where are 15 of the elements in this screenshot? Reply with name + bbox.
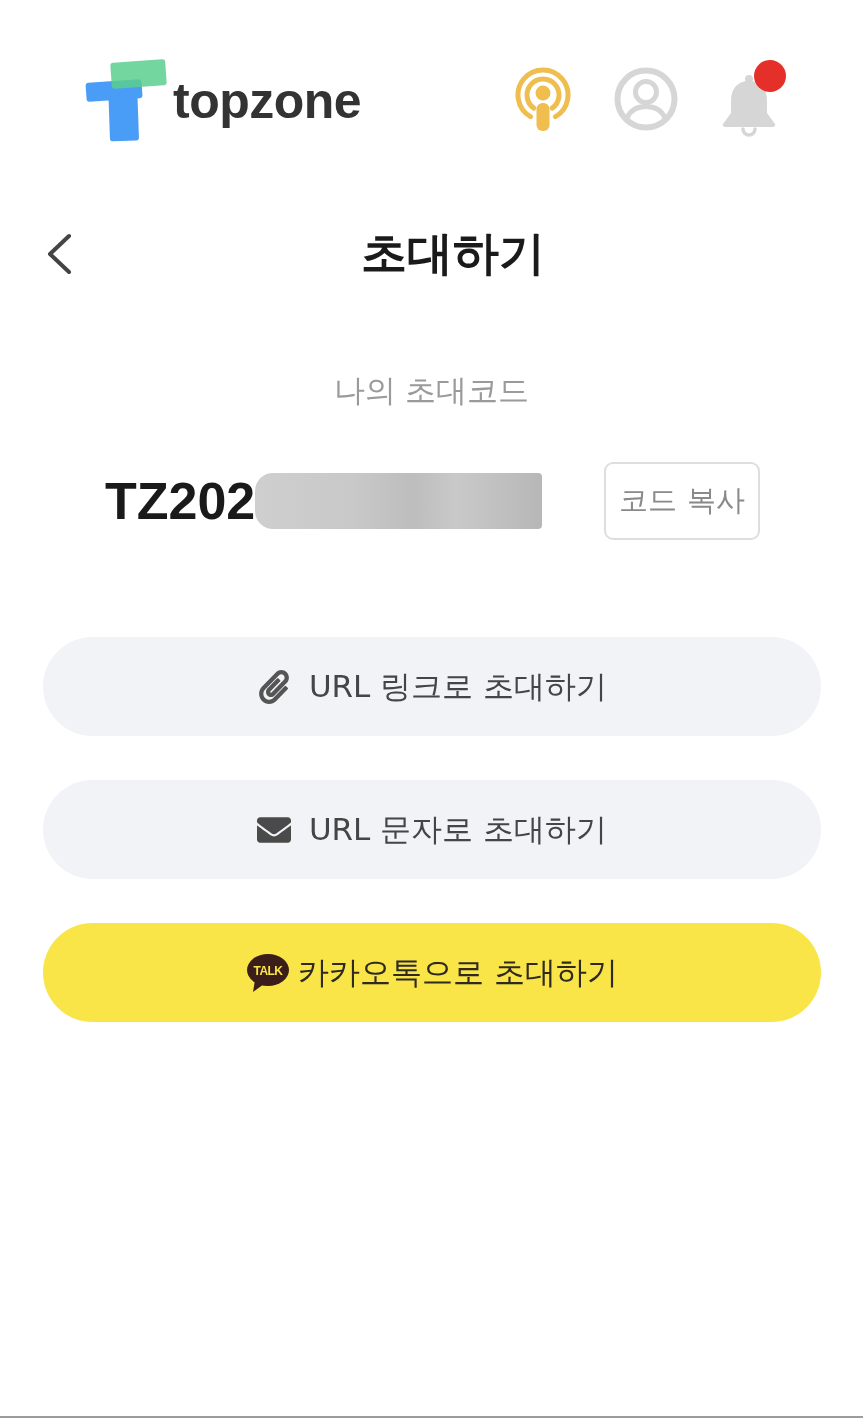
back-chevron-icon xyxy=(45,233,73,275)
page-title: 초대하기 xyxy=(360,226,546,282)
bell-icon xyxy=(720,74,778,138)
kakao-invite-button[interactable]: TALK 카카오톡으로 초대하기 xyxy=(43,923,821,1023)
notification-button[interactable] xyxy=(720,74,778,138)
paperclip-icon xyxy=(256,669,291,704)
user-icon xyxy=(614,67,678,131)
invite-button[interactable]: URL 링크로 초대하기 xyxy=(43,637,821,737)
logo-icon xyxy=(85,56,169,142)
invite-button[interactable]: URL 문자로 초대하기 xyxy=(43,780,821,880)
back-button[interactable] xyxy=(45,233,73,275)
podcast-icon xyxy=(514,66,572,132)
invite-code-label: 나의 초대코드 xyxy=(332,372,531,410)
invite-code: TZ202 xyxy=(105,475,256,528)
logo-text: topzone xyxy=(173,76,362,126)
